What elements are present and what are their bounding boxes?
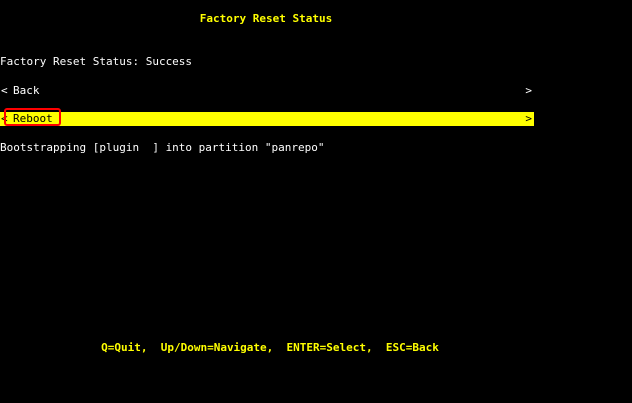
reset-status-text: Factory Reset Status: Success bbox=[0, 55, 193, 68]
menu-item-reboot[interactable]: < Reboot > bbox=[0, 112, 534, 126]
menu-item-label: Back bbox=[13, 84, 40, 97]
chevron-left-icon: < bbox=[1, 84, 8, 97]
menu-item-back[interactable]: < Back > bbox=[0, 84, 534, 98]
chevron-right-icon: > bbox=[525, 84, 532, 97]
chevron-right-icon: > bbox=[525, 112, 532, 125]
page-title: Factory Reset Status bbox=[199, 12, 333, 25]
keyboard-help-footer: Q=Quit, Up/Down=Navigate, ENTER=Select, … bbox=[101, 341, 439, 354]
reboot-highlight-box bbox=[4, 108, 61, 126]
bootstrap-log-line: Bootstrapping [plugin ] into partition "… bbox=[0, 141, 325, 154]
